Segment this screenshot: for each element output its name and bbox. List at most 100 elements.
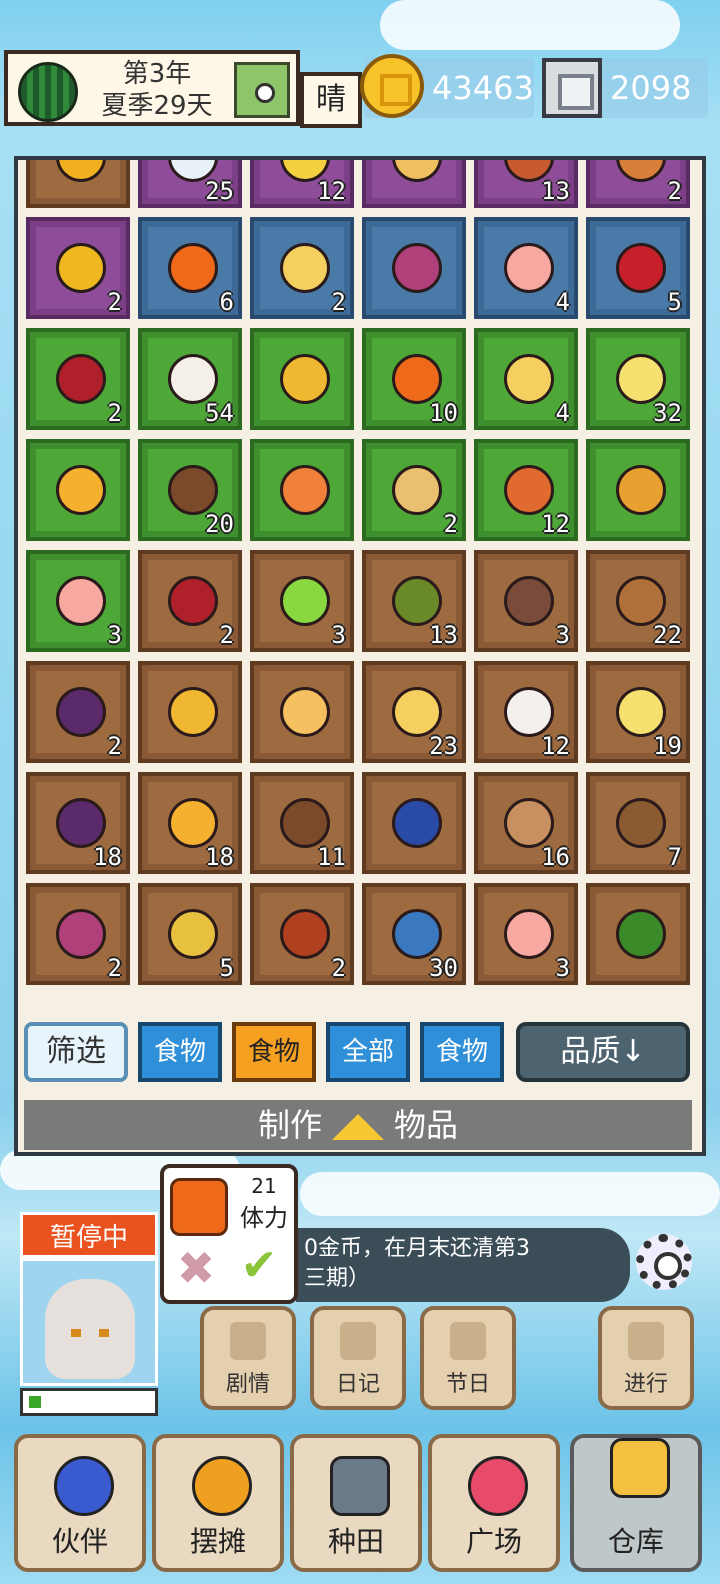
energy-fill (29, 1396, 41, 1408)
inventory-slot[interactable]: 2 (26, 217, 130, 319)
inventory-slot[interactable]: 4 (474, 217, 578, 319)
inventory-slot[interactable]: 16 (474, 772, 578, 874)
inventory-slot[interactable]: 11 (250, 772, 354, 874)
inventory-slot[interactable]: 2 (586, 160, 690, 208)
inventory-slot[interactable]: 18 (138, 772, 242, 874)
item-count: 2 (667, 177, 682, 205)
inventory-slot[interactable] (362, 772, 466, 874)
inventory-slot[interactable]: 7 (586, 772, 690, 874)
skewer-icon (168, 465, 218, 515)
tab-all[interactable]: 全部 (326, 1022, 410, 1082)
inventory-slot[interactable] (138, 661, 242, 763)
date-text: 第3年 夏季29天 (82, 58, 232, 122)
nav-farm[interactable]: 种田 (290, 1434, 422, 1572)
inventory-slot[interactable] (586, 883, 690, 985)
calendar-button[interactable] (234, 62, 290, 118)
cancel-icon[interactable]: ✖ (174, 1245, 218, 1291)
inventory-slot[interactable]: 13 (362, 550, 466, 652)
inventory-slot[interactable]: 13 (474, 160, 578, 208)
cloud (380, 0, 680, 50)
nav-plaza[interactable]: 广场 (428, 1434, 560, 1572)
diary-button[interactable]: 日记 (310, 1306, 406, 1410)
inventory-slot[interactable] (26, 160, 130, 208)
salad-icon (392, 576, 442, 626)
flower-icon (468, 1456, 528, 1516)
confirm-icon[interactable]: ✔ (234, 1244, 284, 1288)
pear-icon (392, 687, 442, 737)
inventory-slot[interactable]: 25 (138, 160, 242, 208)
inventory-slot[interactable]: 2 (26, 661, 130, 763)
item-count: 10 (429, 399, 458, 427)
paused-badge[interactable]: 暂停中 (20, 1212, 158, 1258)
pineapple-icon (168, 687, 218, 737)
inventory-slot[interactable]: 2 (250, 883, 354, 985)
nav-warehouse[interactable]: 仓库 (570, 1434, 702, 1572)
inventory-slot[interactable] (250, 439, 354, 541)
item-count: 19 (653, 732, 682, 760)
inventory-slot[interactable]: 3 (474, 550, 578, 652)
inventory-slot[interactable]: 2 (362, 439, 466, 541)
filter-button[interactable]: 筛选 (24, 1022, 128, 1082)
nav-partner[interactable]: 伙伴 (14, 1434, 146, 1572)
story-button[interactable]: 剧情 (200, 1306, 296, 1410)
chat-bubble-icon (340, 1322, 376, 1360)
inventory-slot[interactable] (26, 439, 130, 541)
proceed-button[interactable]: 进行 (598, 1306, 694, 1410)
nav-stall[interactable]: 摆摊 (152, 1434, 284, 1572)
inventory-slot[interactable]: 18 (26, 772, 130, 874)
item-count: 18 (205, 843, 234, 871)
house-icon (610, 1438, 670, 1498)
inventory-slot[interactable] (250, 661, 354, 763)
inventory-slot[interactable]: 2 (26, 883, 130, 985)
inventory-slot[interactable]: 12 (250, 160, 354, 208)
message-banner: 0金币，在月末还清第3 三期） (296, 1228, 630, 1302)
inventory-slot[interactable]: 23 (362, 661, 466, 763)
tab-food-3[interactable]: 食物 (420, 1022, 504, 1082)
watering-can-icon (330, 1456, 390, 1516)
date-panel[interactable]: 第3年 夏季29天 (4, 50, 300, 126)
inventory-slot[interactable]: 3 (26, 550, 130, 652)
character-portrait[interactable] (20, 1258, 158, 1386)
herb-leaves-icon (616, 909, 666, 959)
inventory-slot[interactable]: 2 (26, 328, 130, 430)
inventory-slot[interactable]: 2 (250, 217, 354, 319)
weather-label: 晴 (300, 72, 362, 128)
grape-bunch-icon (56, 909, 106, 959)
inventory-slot[interactable]: 6 (138, 217, 242, 319)
inventory-slot[interactable]: 19 (586, 661, 690, 763)
craft-items-bar[interactable]: 制作 物品 (24, 1100, 692, 1150)
tab-food-1[interactable]: 食物 (138, 1022, 222, 1082)
orange-icon (280, 465, 330, 515)
festival-button[interactable]: 节日 (420, 1306, 516, 1410)
fried-egg-icon (168, 798, 218, 848)
stamina-value: 21 (251, 1174, 277, 1198)
inventory-slot[interactable]: 22 (586, 550, 690, 652)
inventory-slot[interactable]: 5 (138, 883, 242, 985)
lantern-jar-icon (504, 576, 554, 626)
inventory-slot[interactable]: 12 (474, 439, 578, 541)
inventory-slot[interactable] (362, 217, 466, 319)
inventory-slot[interactable]: 20 (138, 439, 242, 541)
inventory-slot[interactable]: 5 (586, 217, 690, 319)
gem-display[interactable]: 2098 (542, 58, 708, 118)
gold-display[interactable]: 43463 (360, 54, 534, 118)
quality-sort-button[interactable]: 品质↓ (516, 1022, 690, 1082)
inventory-slot[interactable]: 10 (362, 328, 466, 430)
inventory-slot[interactable]: 32 (586, 328, 690, 430)
inventory-slot[interactable]: 4 (474, 328, 578, 430)
inventory-slot[interactable] (586, 439, 690, 541)
inventory-slot[interactable] (250, 328, 354, 430)
inventory-slot[interactable]: 3 (250, 550, 354, 652)
inventory-slot[interactable]: 2 (138, 550, 242, 652)
jam-jar-icon (392, 354, 442, 404)
inventory-slot[interactable]: 54 (138, 328, 242, 430)
tab-food-2[interactable]: 食物 (232, 1022, 316, 1082)
eye (71, 1329, 81, 1337)
settings-gear-icon[interactable] (636, 1234, 692, 1290)
item-count: 6 (219, 288, 234, 316)
inventory-slot[interactable]: 12 (474, 661, 578, 763)
inventory-slot[interactable]: 30 (362, 883, 466, 985)
dumpling-icon (504, 687, 554, 737)
inventory-slot[interactable]: 3 (474, 883, 578, 985)
inventory-slot[interactable] (362, 160, 466, 208)
